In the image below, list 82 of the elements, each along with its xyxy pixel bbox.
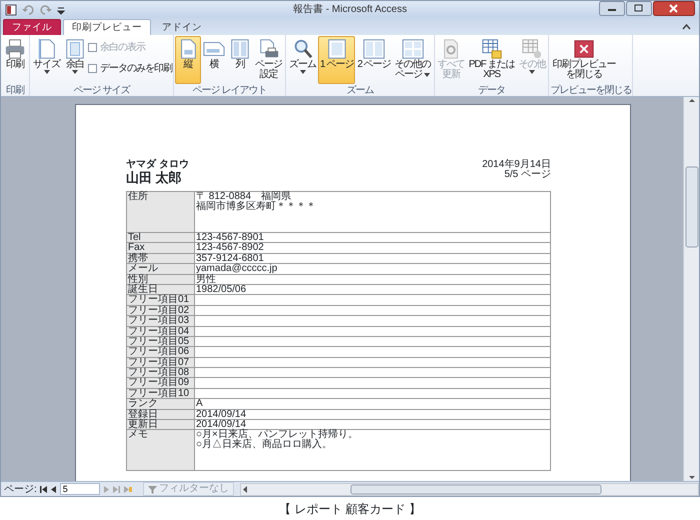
vertical-scrollbar[interactable] [684, 97, 699, 481]
field-value: 123-4567-8901 [195, 233, 265, 242]
margins-icon [64, 38, 86, 60]
field-label: フリー項目07 [127, 358, 195, 368]
page-setup-icon [258, 38, 280, 60]
field-label: フリー項目01 [127, 295, 195, 305]
ribbon-button[interactable]: 2 ページ [355, 36, 393, 84]
field-label: フリー項目02 [127, 306, 195, 316]
ribbon-button[interactable]: 列 [227, 36, 253, 84]
field-label: フリー項目05 [127, 336, 195, 346]
field-label: メモ [127, 430, 195, 470]
field-label: 更新日 [127, 420, 195, 430]
field-value: 2014/09/14 [195, 410, 248, 420]
name-reading: ヤマダ タロウ [126, 160, 189, 170]
field-label: 性別 [127, 274, 195, 284]
field-label: Tel [127, 233, 195, 242]
search-icon [292, 38, 314, 60]
checkbox[interactable]: データのみを印刷 [88, 61, 172, 76]
minimize-button[interactable] [599, 1, 625, 16]
field-value: 357-9124-6801 [195, 254, 264, 264]
table-export-icon [480, 38, 503, 60]
field-value: A [195, 399, 204, 409]
field-value: 123-4567-8902 [195, 243, 265, 253]
field-label: 登録日 [127, 410, 195, 420]
one-page-icon [326, 38, 348, 60]
report-date: 2014年9月14日 [482, 160, 551, 170]
page-label: ページ: [4, 482, 37, 496]
ribbon-tab[interactable]: ファイル [3, 19, 61, 35]
ribbon-button[interactable]: その他の ページ [392, 36, 433, 84]
ribbon-button[interactable]: 横 [201, 36, 227, 84]
field-label: フリー項目03 [127, 316, 195, 326]
ribbon-button[interactable]: 1 ページ [318, 36, 356, 84]
ribbon-tab[interactable]: 印刷プレビュー [63, 19, 151, 35]
ribbon-button[interactable]: 余白 [62, 36, 88, 84]
window-title: 報告書 - Microsoft Access [293, 2, 407, 17]
field-value: yamada@ccccc.jp [195, 264, 278, 274]
field-label: フリー項目09 [127, 378, 195, 388]
field-label: 誕生日 [127, 284, 195, 294]
ribbon-button[interactable]: 縦 [175, 36, 201, 84]
field-label: 携帯 [127, 254, 195, 264]
field-value: 2014/09/14 [195, 420, 246, 430]
printer-icon [4, 38, 26, 60]
field-label: フリー項目06 [127, 347, 195, 357]
two-pages-icon [363, 38, 386, 60]
ribbon-button[interactable]: ズーム [287, 36, 318, 84]
group-label: ページ サイズ [72, 85, 131, 96]
group-label: ズーム [345, 85, 375, 96]
close-icon [572, 38, 595, 60]
group-label: プレビューを閉じる [550, 85, 632, 96]
field-label: Fax [127, 243, 195, 253]
ribbon-button[interactable]: サイズ [31, 36, 62, 84]
app-icon[interactable] [5, 4, 17, 16]
ribbon-button[interactable]: 印刷プレビュー を閉じる [550, 36, 618, 84]
restore-button[interactable] [626, 1, 652, 16]
ribbon-button[interactable]: ページ 設定 [253, 36, 284, 84]
customer-name: 山田 太郎 [126, 170, 183, 185]
close-button[interactable] [653, 1, 695, 16]
four-pages-icon [402, 38, 424, 60]
ribbon-button[interactable]: PDF または XPS [466, 36, 516, 84]
ribbon-tab[interactable]: アドイン [153, 19, 211, 35]
first-page-icon[interactable] [38, 484, 48, 494]
ribbon-button[interactable]: 印刷 [2, 36, 28, 84]
table-icon [520, 38, 543, 60]
field-label: メール [127, 264, 195, 274]
field-label: フリー項目08 [127, 368, 195, 378]
columns-icon [229, 38, 251, 60]
field-label: フリー項目04 [127, 326, 195, 336]
page-number: 5/5 ページ [503, 170, 551, 180]
field-value: ○月×日来店、パンフレット持帰り。 ○月△日来店、商品ロロ購入。 [195, 430, 359, 452]
collapse-ribbon-icon[interactable] [682, 24, 691, 30]
group-label: データ [477, 85, 506, 96]
field-value: 〒 812-0884 福岡県 福岡市博多区寿町＊＊＊＊ [195, 192, 317, 214]
funnel-icon [148, 484, 157, 494]
group-label: 印刷 [5, 85, 26, 96]
field-value: 男性 [195, 274, 216, 284]
field-label: 住所 [127, 192, 195, 232]
caption: 【 レポート 顧客カード 】 [278, 501, 422, 518]
field-value: 1982/05/06 [195, 284, 248, 294]
field-label: フリー項目10 [127, 388, 195, 398]
group-label: ページ レイアウト [192, 85, 268, 96]
page-number-field[interactable]: 5 [60, 483, 100, 495]
field-label: ランク [127, 399, 195, 409]
